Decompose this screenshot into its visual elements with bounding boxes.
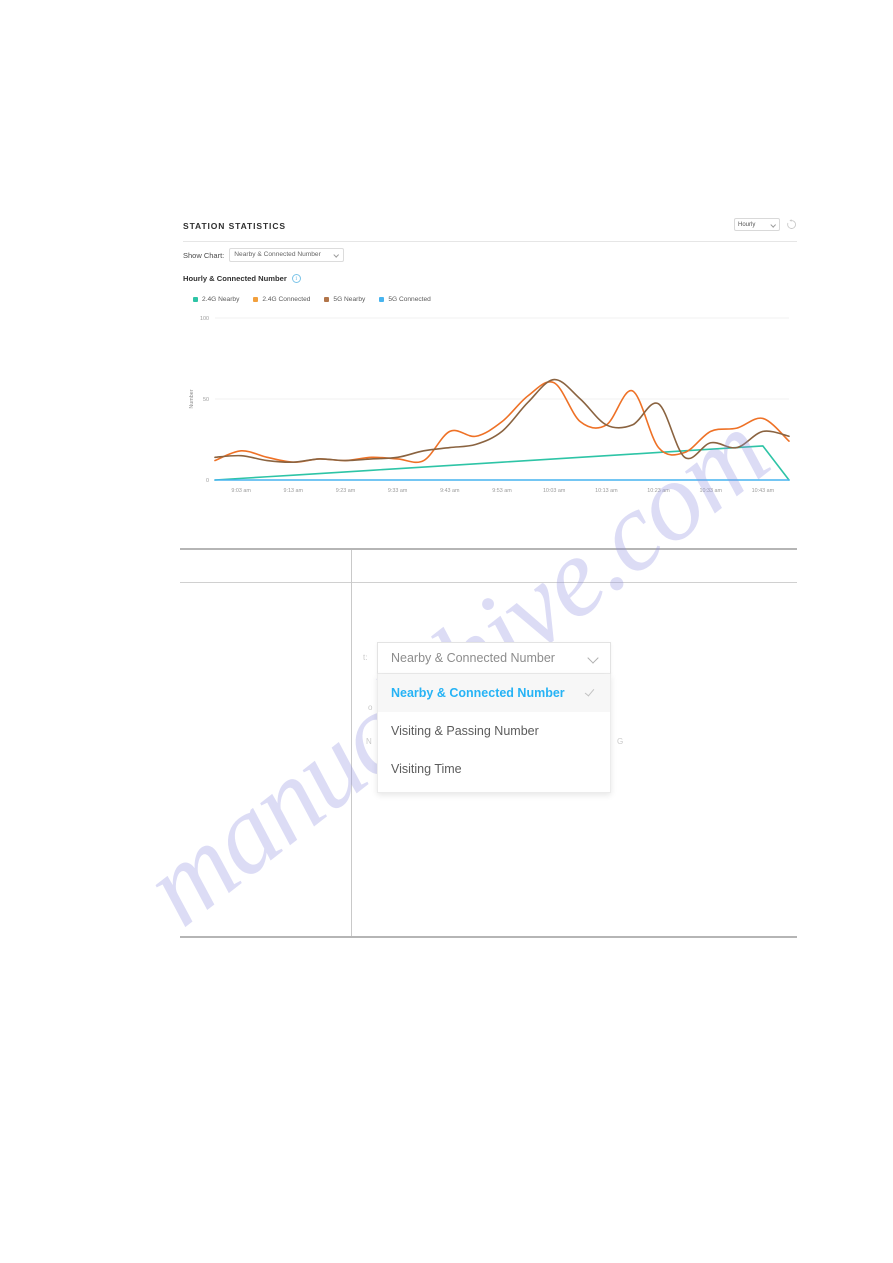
chart-canvas: 0 50 100 Number 9:03 am 9:13 am 9:23 am 9:33 am…: [189, 316, 790, 494]
dropdown-option-label: Visiting Time: [391, 762, 462, 776]
dropdown-control[interactable]: Nearby & Connected Number: [377, 642, 611, 674]
station-statistics-panel: STATION STATISTICS Hourly Show Chart: Ne…: [183, 218, 797, 494]
x-axis-tick: 9:23 am: [336, 488, 356, 494]
legend-swatch-icon: [193, 297, 198, 302]
legend-swatch-icon: [324, 297, 330, 302]
dropdown-control-value: Nearby & Connected Number: [391, 651, 555, 665]
table-column-divider: [351, 550, 352, 936]
x-axis-tick: 9:43 am: [440, 488, 460, 494]
line-chart: 0 50 100 Number 9:03 am 9:13 am 9:23 am 9:33 am…: [183, 310, 797, 502]
show-chart-value: Nearby & Connected Number: [234, 250, 321, 258]
legend-item[interactable]: 2.4G Connected: [253, 296, 310, 303]
chart-title: Hourly & Connected Number: [183, 274, 287, 283]
show-chart-select[interactable]: Nearby & Connected Number: [229, 248, 345, 262]
legend-swatch-icon: [253, 297, 259, 302]
x-axis-tick: 10:23 am: [647, 488, 670, 494]
period-select-value: Hourly: [738, 221, 756, 228]
dropdown-option-visiting-passing-number[interactable]: Visiting & Passing Number: [378, 712, 610, 750]
info-icon[interactable]: i: [291, 274, 301, 283]
x-axis-tick: 10:13 am: [595, 488, 618, 494]
legend-label: 2.4G Nearby: [202, 296, 240, 303]
chevron-down-icon: [588, 652, 600, 664]
legend-item[interactable]: 5G Nearby: [324, 296, 365, 303]
page-title: STATION STATISTICS: [183, 221, 286, 231]
period-select[interactable]: Hourly: [734, 218, 780, 231]
show-chart-row: Show Chart: Nearby & Connected Number: [183, 248, 345, 262]
dropdown-list: Nearby & Connected Number Visiting & Pas…: [377, 674, 611, 793]
ghost-text-c: N: [366, 737, 372, 746]
y-axis-tick: 50: [203, 397, 209, 403]
x-axis-tick: 10:33 am: [699, 488, 722, 494]
y-axis-tick: 100: [200, 316, 209, 322]
series-line-2-4g-nearby: [214, 445, 790, 481]
show-chart-dropdown: Nearby & Connected Number Nearby & Conne…: [377, 642, 611, 793]
ghost-text-b: o: [368, 703, 373, 712]
y-axis-tick: 0: [206, 478, 209, 484]
x-axis-tick: 10:43 am: [752, 488, 775, 494]
ghost-text-a: t:: [363, 653, 368, 662]
show-chart-label: Show Chart:: [183, 250, 225, 260]
x-axis-tick: 10:03 am: [543, 488, 566, 494]
legend-swatch-icon: [379, 297, 385, 302]
x-axis-tick: 9:33 am: [388, 488, 408, 494]
chart-heading: Hourly & Connected Number i: [183, 274, 301, 283]
x-axis-tick: 9:03 am: [231, 488, 251, 494]
legend-item[interactable]: 5G Connected: [379, 296, 431, 303]
dropdown-option-label: Nearby & Connected Number: [391, 686, 565, 700]
legend-label: 5G Connected: [388, 296, 431, 303]
x-axis-tick: 9:13 am: [284, 488, 304, 494]
refresh-icon[interactable]: [786, 219, 797, 230]
chevron-down-icon: [770, 222, 776, 228]
dropdown-option-nearby-connected-number[interactable]: Nearby & Connected Number: [378, 674, 610, 712]
legend-label: 5G Nearby: [333, 296, 366, 303]
ghost-text-d: G: [617, 737, 624, 746]
dropdown-option-visiting-time[interactable]: Visiting Time: [378, 750, 610, 788]
x-axis-tick: 9:53 am: [492, 488, 512, 494]
header-tools: Hourly: [734, 218, 797, 231]
dropdown-option-label: Visiting & Passing Number: [391, 724, 539, 738]
panel-header: STATION STATISTICS Hourly: [183, 218, 797, 242]
table-header-divider: [180, 582, 797, 583]
check-icon: [586, 687, 598, 699]
y-axis-label: Number: [189, 389, 195, 408]
chevron-down-icon: [333, 252, 339, 258]
chart-legend: 2.4G Nearby 2.4G Connected 5G Nearby 5G …: [193, 296, 431, 303]
legend-label: 2.4G Connected: [262, 296, 311, 303]
legend-item[interactable]: 2.4G Nearby: [193, 296, 239, 303]
